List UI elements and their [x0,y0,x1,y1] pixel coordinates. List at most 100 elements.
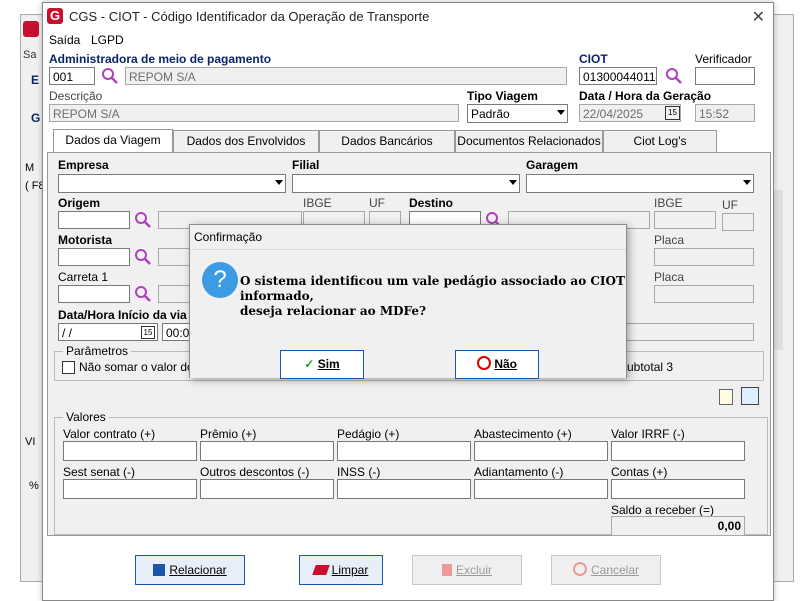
menu-item-lgpd[interactable]: LGPD [91,33,124,47]
excluir-label: Excluir [455,563,492,577]
tab-strip: Dados da Viagem Dados dos Envolvidos Dad… [47,129,769,152]
abastecimento-input[interactable] [474,441,608,461]
background-text-fragment-3: VI [25,436,36,448]
inicio-label: Data/Hora Início da via [58,308,187,322]
ibge-label: IBGE [303,196,332,210]
placa2-field [654,285,754,303]
chevron-down-icon [275,180,283,185]
tab-documentos-relacionados[interactable]: Documentos Relacionados [455,130,603,152]
valor-irrf-input[interactable] [611,441,745,461]
premio-input[interactable] [200,441,334,461]
subtotal-label: ubtotal 3 [627,360,674,374]
admin-code-input[interactable]: 001 [49,67,95,85]
ibge2-label: IBGE [654,196,683,210]
ciot-search-icon[interactable] [665,67,683,85]
tab-ciot-logs[interactable]: Ciot Log's [603,130,717,152]
abastecimento-label: Abastecimento (+) [474,427,572,441]
ciot-input[interactable]: 013000440114 [579,67,657,85]
ciot-label: CIOT [579,52,608,66]
ibge2-field [654,211,716,229]
eraser-icon [311,565,330,575]
outros-descontos-input[interactable] [200,479,334,499]
dialog-message-line1: O sistema identificou um vale pedágio as… [240,274,625,303]
valores-title: Valores [63,410,109,424]
limpar-label: Limpar [331,563,369,577]
background-menu-fragment: Sa [23,49,37,61]
background-logo-icon [23,21,39,37]
admin-name-field: REPOM S/A [125,67,567,85]
nao-button[interactable]: Não [455,350,539,379]
empresa-label: Empresa [58,158,109,172]
cancelar-button[interactable]: Cancelar [551,555,661,585]
sest-senat-input[interactable] [63,479,197,499]
verificador-input[interactable] [695,67,755,85]
inss-input[interactable] [337,479,471,499]
app-logo-icon: G [47,8,63,24]
uf2-label: UF [722,198,738,212]
dialog-message-line2: deseja relacionar ao MDFe? [240,304,427,318]
document-icon[interactable] [719,389,733,405]
question-icon: ? [202,262,238,298]
filial-label: Filial [292,158,320,172]
valores-group: Valores Valor contrato (+) Prêmio (+) Pe… [54,410,768,536]
placa-field [654,248,754,266]
inss-label: INSS (-) [337,465,381,479]
uf2-field [722,213,754,231]
carreta-input[interactable] [58,285,130,303]
relacionar-button[interactable]: Relacionar [135,555,245,585]
background-label-fragment: E [31,73,40,87]
limpar-button[interactable]: Limpar [299,555,383,585]
descricao-label: Descrição [49,89,103,103]
relacionar-label: Relacionar [169,563,227,577]
contas-input[interactable] [611,479,745,499]
carreta-search-icon[interactable] [134,285,152,303]
garagem-select[interactable] [526,174,754,193]
tipo-viagem-value: Padrão [471,107,510,121]
saldo-label: Saldo a receber (=) [611,503,715,517]
valor-contrato-input[interactable] [63,441,197,461]
calendar-icon[interactable]: 15 [665,106,680,120]
pedagio-input[interactable] [337,441,471,461]
contas-label: Contas (+) [611,465,668,479]
data-geracao-time-field: 15:52 [695,104,755,122]
carreta-label: Carreta 1 [58,270,109,284]
filial-select[interactable] [292,174,520,193]
close-button[interactable]: ✕ [752,7,765,27]
motorista-search-icon[interactable] [134,248,152,266]
calendar-icon[interactable]: 15 [141,326,155,339]
valor-irrf-label: Valor IRRF (-) [611,427,685,441]
menu-bar: Saída LGPD [43,31,773,51]
admin-search-icon[interactable] [101,67,119,85]
excluir-button[interactable]: Excluir [412,555,522,585]
nao-somar-checkbox[interactable] [62,361,75,374]
nao-label: Não [494,357,517,371]
descricao-field: REPOM S/A [49,104,459,122]
pedagio-label: Pedágio (+) [337,427,400,441]
sest-senat-label: Sest senat (-) [63,465,136,479]
chevron-down-icon [743,180,751,185]
background-text-fragment-4: % [29,480,39,492]
chevron-down-icon [509,180,517,185]
origem-input[interactable] [58,211,130,229]
uf-label: UF [369,196,385,210]
tab-dados-envolvidos[interactable]: Dados dos Envolvidos [173,130,319,152]
no-entry-icon [476,356,491,370]
adiantamento-input[interactable] [474,479,608,499]
tab-dados-viagem[interactable]: Dados da Viagem [53,129,173,152]
window-title: CGS - CIOT - Código Identificador da Ope… [69,9,430,24]
background-text-fragment: M [25,162,35,174]
sim-button[interactable]: ✓ Sim [280,350,364,379]
confirmation-dialog: Confirmação ? O sistema identificou um v… [189,224,627,379]
empresa-select[interactable] [58,174,286,193]
grid-icon[interactable] [741,387,759,405]
title-bar: G CGS - CIOT - Código Identificador da O… [43,3,773,31]
dialog-message: O sistema identificou um vale pedágio as… [240,274,626,319]
origem-search-icon[interactable] [134,211,152,229]
tipo-viagem-select[interactable]: Padrão [467,104,568,123]
background-label-fragment-2: G [31,111,41,125]
motorista-input[interactable] [58,248,130,266]
menu-item-saida[interactable]: Saída [49,33,80,47]
tab-dados-bancarios[interactable]: Dados Bancários [319,130,455,152]
destino-label: Destino [409,196,454,210]
check-icon: ✓ [304,357,315,371]
